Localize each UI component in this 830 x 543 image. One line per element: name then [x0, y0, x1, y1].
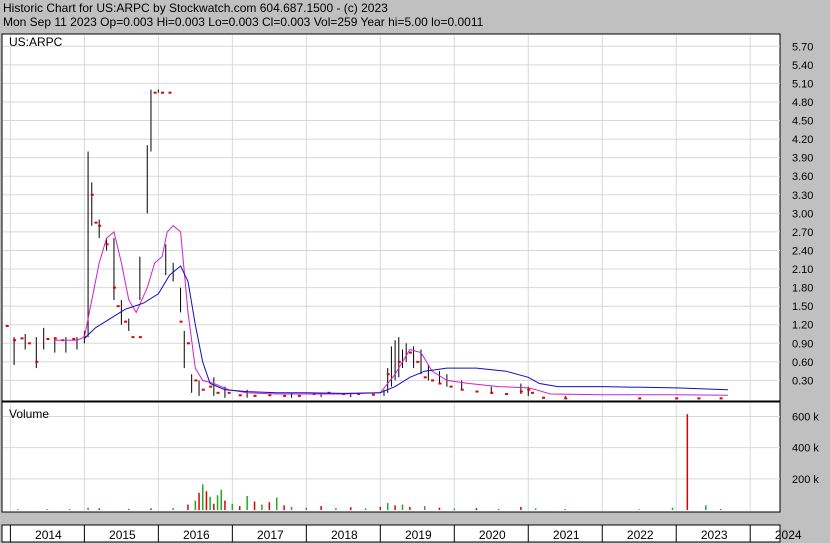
volume-y-tick-label: 400 k [792, 443, 819, 455]
price-close-dot [238, 394, 242, 397]
price-close-dot [530, 391, 534, 394]
price-y-tick-label: 5.70 [792, 41, 813, 53]
price-close-dot [675, 397, 679, 400]
price-close-dot [179, 320, 183, 323]
price-close-dot [209, 385, 213, 388]
price-close-dot [431, 379, 435, 382]
price-close-dot [13, 339, 17, 342]
price-panel [1, 33, 781, 402]
price-close-dot [505, 393, 509, 396]
price-close-dot [72, 337, 76, 340]
price-close-dot [168, 91, 172, 94]
price-close-dot [475, 390, 479, 393]
price-y-tick-label: 3.30 [792, 190, 813, 202]
price-y-tick-label: 0.60 [792, 357, 813, 369]
price-y-tick-label: 0.30 [792, 375, 813, 387]
price-close-dot [186, 342, 190, 345]
price-close-dot [527, 388, 531, 391]
price-close-dot [138, 336, 142, 339]
price-close-dot [268, 394, 272, 397]
price-close-dot [105, 243, 109, 246]
price-panel-title: US:ARPC [9, 35, 63, 49]
price-y-axis: 5.70 5.40 5.10 4.80 4.50 4.20 3.90 3.60 3.30 3.00… [792, 41, 813, 387]
stock-chart: 5.70 5.40 5.10 4.80 4.50 4.20 3.90 3.60 3.30 3.00… [1, 33, 819, 543]
price-close-dot [697, 397, 701, 400]
price-y-tick-label: 5.40 [792, 60, 813, 72]
price-y-tick-label: 4.50 [792, 116, 813, 128]
price-close-dot [397, 360, 401, 363]
price-close-dot [416, 360, 420, 363]
price-y-tick-label: 2.10 [792, 264, 813, 276]
price-close-dot [719, 397, 723, 400]
price-y-tick-label: 3.00 [792, 208, 813, 220]
price-y-tick-label: 1.20 [792, 320, 813, 332]
x-tick-label: 2022 [627, 528, 654, 542]
price-close-dot [371, 393, 375, 396]
x-tick-label: 2016 [183, 528, 210, 542]
price-y-tick-label: 4.20 [792, 134, 813, 146]
x-tick-label: 2014 [35, 528, 62, 542]
price-close-dot [423, 376, 427, 379]
price-close-dot [131, 336, 135, 339]
chart-window: Historic Chart for US:ARPC by Stockwatch… [0, 0, 830, 543]
price-close-dot [194, 379, 198, 382]
price-close-dot [519, 390, 523, 393]
price-close-dot [297, 394, 301, 397]
x-tick-label: 2024 [775, 528, 802, 542]
price-close-dot [161, 91, 165, 94]
price-close-dot [227, 391, 231, 394]
price-close-dot [35, 360, 39, 363]
price-y-tick-label: 0.90 [792, 338, 813, 350]
price-y-tick-label: 2.40 [792, 245, 813, 257]
volume-y-tick-label: 600 k [792, 411, 819, 423]
price-close-dot [201, 388, 205, 391]
price-close-dot [124, 320, 128, 323]
price-close-dot [116, 305, 120, 308]
x-tick-label: 2019 [405, 528, 432, 542]
price-close-dot [386, 373, 390, 376]
price-close-dot [449, 385, 453, 388]
price-close-dot [5, 324, 9, 327]
price-close-dot [46, 337, 50, 340]
price-close-dot [20, 337, 24, 340]
price-y-tick-label: 1.50 [792, 301, 813, 313]
x-tick-label: 2023 [701, 528, 728, 542]
price-close-dot [564, 397, 568, 400]
volume-y-tick-label: 200 k [792, 474, 819, 486]
x-tick-label: 2021 [553, 528, 580, 542]
price-y-tick-label: 3.60 [792, 171, 813, 183]
volume-panel [1, 401, 781, 513]
price-close-dot [216, 391, 220, 394]
price-y-tick-label: 5.10 [792, 78, 813, 90]
price-close-dot [460, 388, 464, 391]
price-y-tick-label: 3.90 [792, 153, 813, 165]
x-tick-label: 2017 [257, 528, 284, 542]
price-close-dot [283, 394, 287, 397]
price-y-tick-label: 2.70 [792, 227, 813, 239]
price-close-dot [98, 224, 102, 227]
x-tick-label: 2020 [479, 528, 506, 542]
price-close-dot [438, 382, 442, 385]
price-close-dot [408, 351, 412, 354]
volume-panel-title: Volume [9, 407, 49, 421]
price-close-dot [27, 342, 31, 345]
price-close-dot [638, 397, 642, 400]
x-tick-label: 2018 [331, 528, 358, 542]
price-close-dot [153, 91, 157, 94]
price-close-dot [542, 396, 546, 399]
price-close-dot [112, 286, 116, 289]
price-close-dot [53, 337, 57, 340]
x-tick-label: 2015 [109, 528, 136, 542]
price-close-dot [490, 391, 494, 394]
price-y-tick-label: 4.80 [792, 97, 813, 109]
price-close-dot [253, 394, 257, 397]
price-close-dot [90, 193, 94, 196]
volume-y-axis: 600 k 400 k 200 k [792, 411, 819, 485]
price-y-tick-label: 1.80 [792, 283, 813, 295]
price-close-dot [94, 221, 98, 224]
